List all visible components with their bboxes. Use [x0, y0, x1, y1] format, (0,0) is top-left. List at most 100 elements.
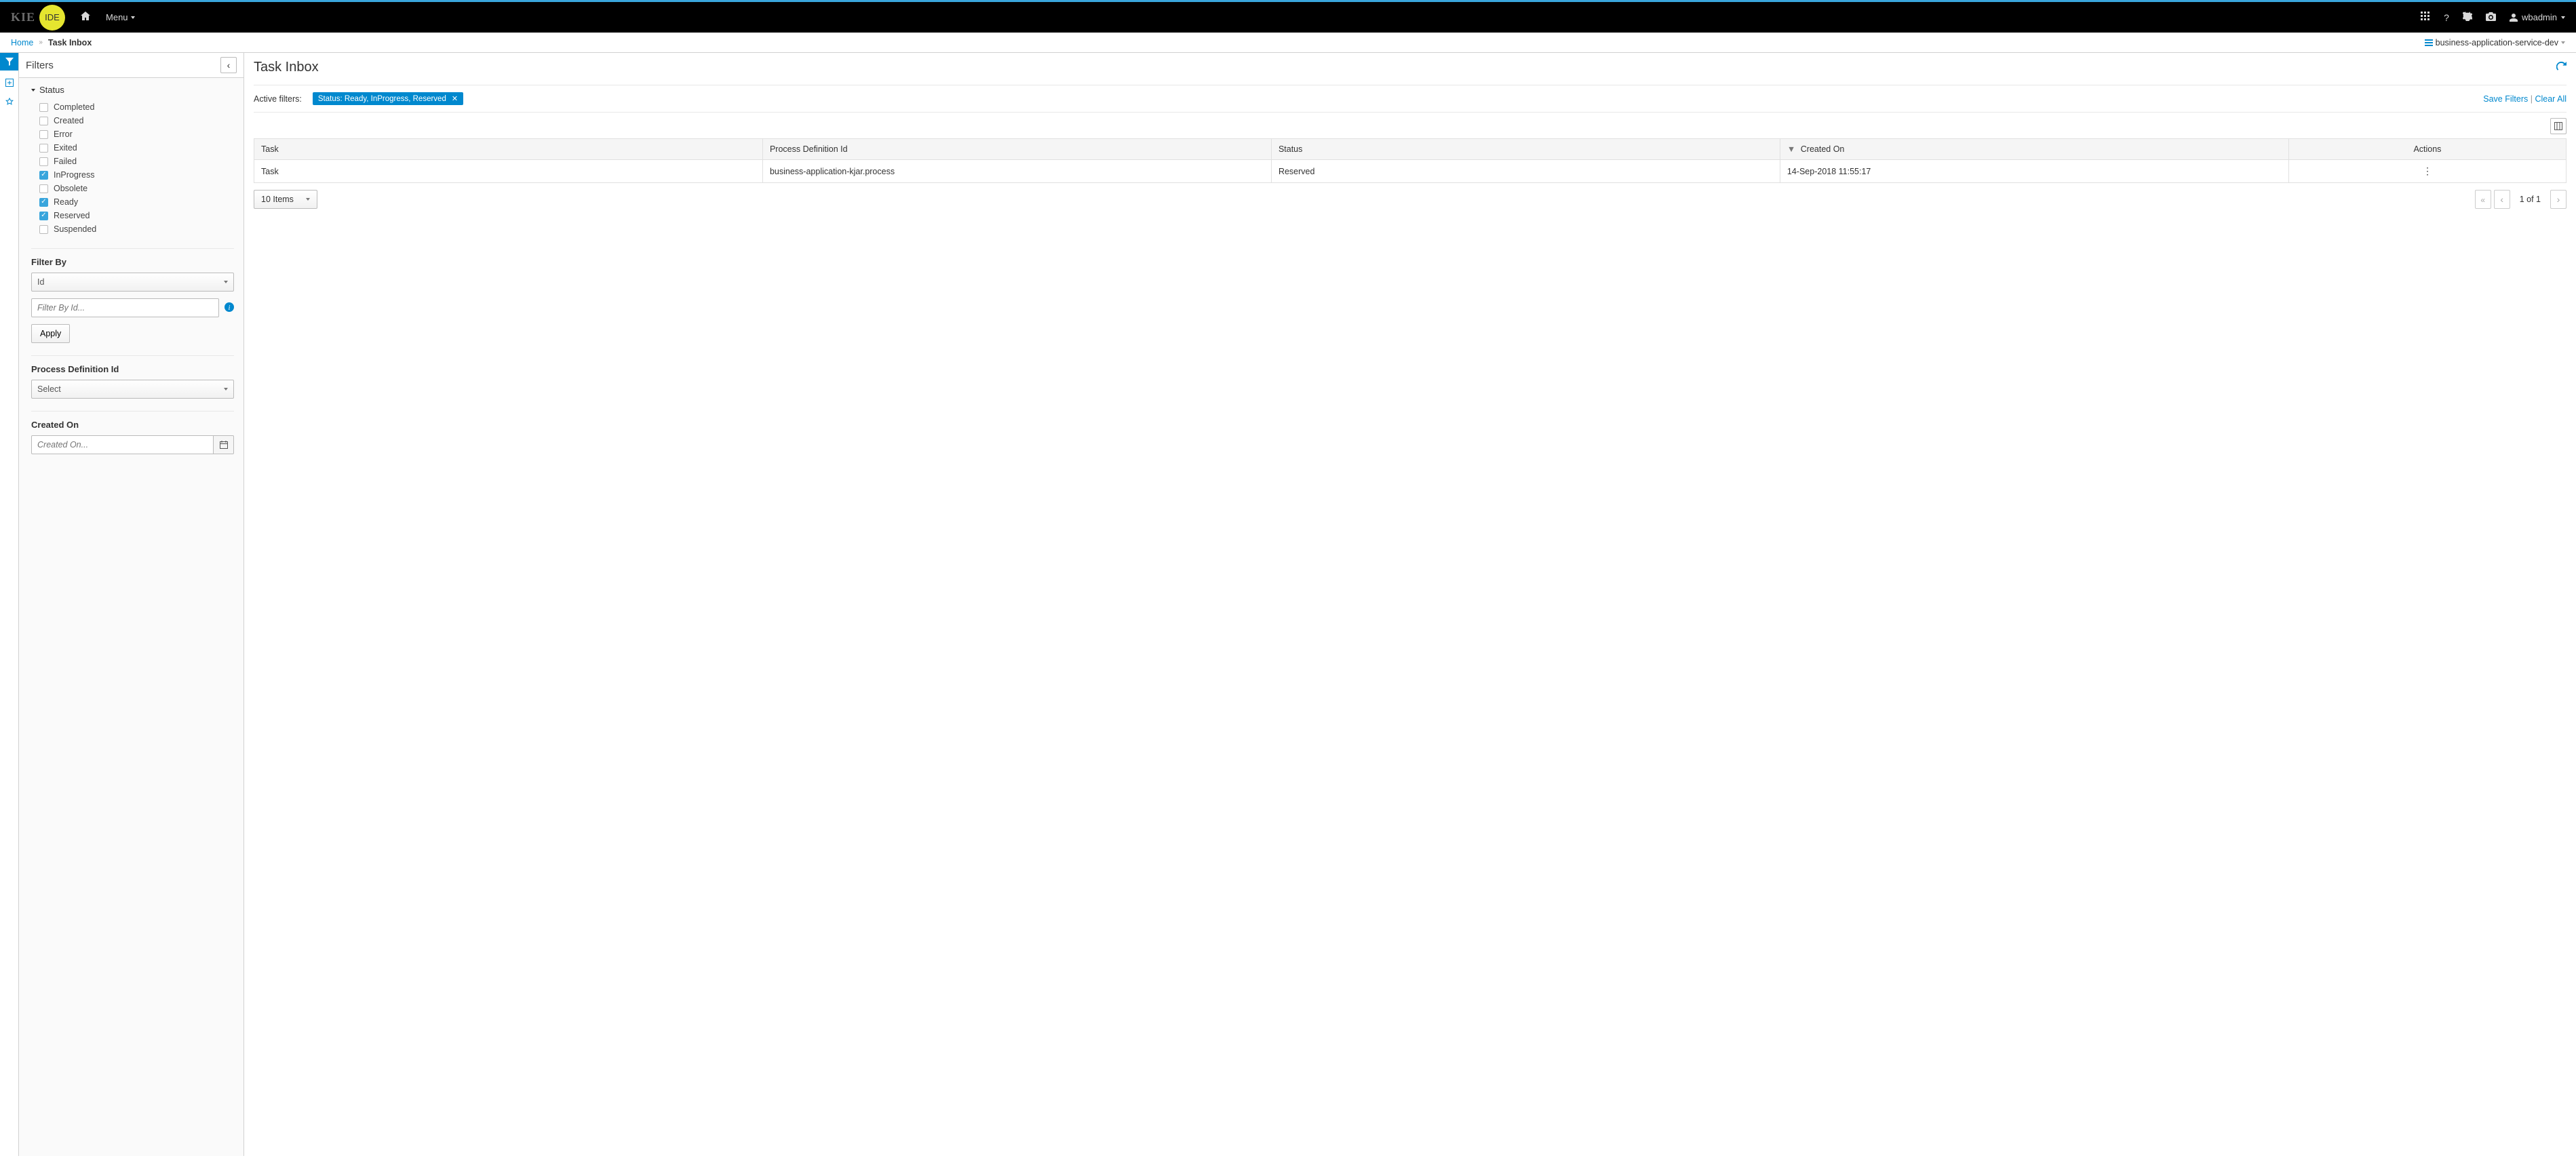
status-option[interactable]: Obsolete: [39, 182, 234, 195]
status-option[interactable]: Failed: [39, 155, 234, 168]
col-task[interactable]: Task: [254, 139, 763, 160]
status-option-label: Exited: [54, 143, 77, 153]
items-per-page-select[interactable]: 10 Items: [254, 190, 317, 209]
filters-header: Filters: [19, 53, 243, 78]
checkbox[interactable]: [39, 171, 48, 180]
status-option[interactable]: Suspended: [39, 222, 234, 236]
created-on-input[interactable]: [31, 435, 214, 454]
status-option-label: InProgress: [54, 170, 94, 180]
logo-text-ide: IDE: [39, 5, 65, 31]
status-option[interactable]: Error: [39, 127, 234, 141]
col-created[interactable]: ▼ Created On: [1780, 139, 2288, 160]
user-name: wbadmin: [2522, 12, 2557, 22]
status-option-label: Ready: [54, 197, 78, 207]
breadcrumb-separator: »: [39, 39, 43, 46]
clear-all-link[interactable]: Clear All: [2535, 94, 2567, 104]
checkbox[interactable]: [39, 184, 48, 193]
chevron-left-icon: [227, 60, 231, 71]
checkbox[interactable]: [39, 130, 48, 139]
pdi-select[interactable]: Select: [31, 380, 234, 399]
checkbox[interactable]: [39, 198, 48, 207]
status-option[interactable]: Created: [39, 114, 234, 127]
filter-by-input[interactable]: [31, 298, 219, 317]
filter-by-label: Filter By: [31, 257, 234, 267]
caret-down-icon: [2561, 41, 2565, 44]
status-option[interactable]: Reserved: [39, 209, 234, 222]
apps-icon[interactable]: [2421, 12, 2430, 23]
caret-down-icon: [2561, 16, 2565, 19]
status-option-label: Suspended: [54, 224, 96, 234]
status-list: CompletedCreatedError Exited Failed InProgr…: [31, 100, 234, 236]
items-label: 10 Items: [261, 195, 294, 204]
col-status[interactable]: Status: [1271, 139, 1780, 160]
status-group-toggle[interactable]: Status: [31, 85, 234, 95]
caret-down-icon: [306, 198, 310, 201]
caret-down-icon: [224, 388, 228, 391]
filter-actions: Save Filters | Clear All: [2483, 94, 2567, 104]
user-icon: [2510, 14, 2518, 22]
filters-title: Filters: [26, 60, 54, 71]
menu-label: Menu: [106, 12, 128, 22]
refresh-button[interactable]: [2556, 62, 2567, 74]
add-filter-icon[interactable]: [0, 76, 18, 89]
cell-actions: ⋮: [2288, 160, 2566, 183]
pdi-value: Select: [37, 384, 61, 394]
left-rail: [0, 53, 19, 1156]
cell-created: 14-Sep-2018 11:55:17: [1780, 160, 2288, 183]
camera-icon[interactable]: [2486, 12, 2496, 23]
divider: [31, 248, 234, 249]
checkbox[interactable]: [39, 144, 48, 153]
cell-task: Task: [254, 160, 763, 183]
status-option[interactable]: Exited: [39, 141, 234, 155]
created-on-label: Created On: [31, 420, 234, 430]
gear-icon[interactable]: [2463, 12, 2472, 23]
status-option[interactable]: Ready: [39, 195, 234, 209]
remove-filter-icon[interactable]: ✕: [452, 94, 458, 103]
pagination-row: 10 Items 1 of 1: [244, 183, 2576, 216]
caret-down-icon: [131, 16, 135, 19]
checkbox[interactable]: [39, 157, 48, 166]
apply-button[interactable]: Apply: [31, 324, 70, 343]
prev-page-button[interactable]: [2494, 190, 2510, 209]
chevron-right-icon: [2557, 194, 2560, 205]
server-selector[interactable]: business-application-service-dev: [2425, 38, 2565, 47]
checkbox[interactable]: [39, 117, 48, 125]
filter-by-select[interactable]: Id: [31, 273, 234, 292]
calendar-button[interactable]: [214, 435, 234, 454]
next-page-button[interactable]: [2550, 190, 2567, 209]
col-actions: Actions: [2288, 139, 2566, 160]
save-filters-link[interactable]: Save Filters: [2483, 94, 2528, 104]
checkbox[interactable]: [39, 225, 48, 234]
checkbox[interactable]: [39, 212, 48, 220]
topbar-right: ? wbadmin: [2421, 12, 2565, 23]
home-icon[interactable]: [80, 11, 91, 24]
cell-status: Reserved: [1271, 160, 1780, 183]
filter-by-value: Id: [37, 277, 44, 287]
chevron-left-icon: [2500, 194, 2503, 205]
pdi-label: Process Definition Id: [31, 364, 234, 374]
checkbox[interactable]: [39, 103, 48, 112]
app-logo: KIE IDE: [11, 5, 65, 31]
page-info: 1 of 1: [2513, 195, 2548, 204]
menu-dropdown[interactable]: Menu: [106, 12, 135, 22]
help-icon[interactable]: ?: [2444, 12, 2449, 23]
refresh-icon: [2556, 62, 2567, 72]
status-option[interactable]: Completed: [39, 100, 234, 114]
collapse-filters-button[interactable]: [220, 57, 237, 73]
caret-down-icon: [31, 89, 35, 92]
first-page-button[interactable]: [2475, 190, 2491, 209]
info-icon[interactable]: i: [225, 302, 234, 314]
col-pdi[interactable]: Process Definition Id: [762, 139, 1271, 160]
filters-panel: Filters Status CompletedCreatedError Exit…: [19, 53, 244, 1156]
status-option-label: Failed: [54, 157, 77, 166]
svg-text:i: i: [229, 304, 231, 312]
calendar-icon: [220, 441, 228, 449]
filter-tab-icon[interactable]: [0, 53, 18, 71]
table-row[interactable]: Taskbusiness-application-kjar.processRes…: [254, 160, 2567, 183]
breadcrumb-home[interactable]: Home: [11, 38, 33, 47]
user-menu[interactable]: wbadmin: [2510, 12, 2565, 22]
row-actions-menu[interactable]: ⋮: [2423, 165, 2432, 176]
favorites-icon[interactable]: [0, 95, 18, 108]
columns-button[interactable]: [2550, 118, 2567, 134]
status-option[interactable]: InProgress: [39, 168, 234, 182]
